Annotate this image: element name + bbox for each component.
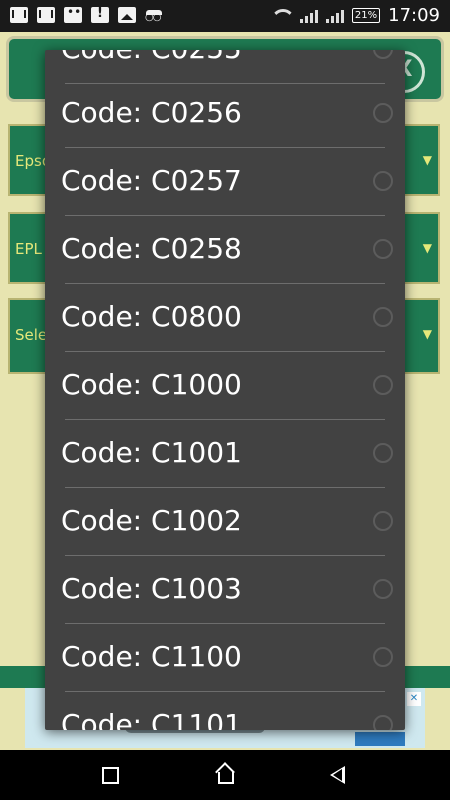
- image-icon: [118, 7, 136, 23]
- alert-icon: [91, 6, 109, 23]
- list-item[interactable]: Code: C0255: [45, 50, 405, 84]
- clock: 17:09: [388, 5, 440, 26]
- list-item[interactable]: Code: C1003: [45, 556, 405, 624]
- signal-icon: [325, 9, 344, 23]
- back-icon[interactable]: [330, 766, 345, 784]
- chat-icon: [64, 5, 82, 23]
- radio-button[interactable]: [373, 375, 393, 395]
- list-item[interactable]: Code: C0256: [45, 80, 405, 148]
- list-item-label: Code: C1000: [61, 368, 242, 401]
- status-bar: 21% 17:09: [0, 0, 450, 32]
- notification-icons: [10, 5, 163, 23]
- list-item-label: Code: C0800: [61, 300, 242, 333]
- radio-button[interactable]: [373, 103, 393, 123]
- chevron-down-icon: ▼: [422, 327, 432, 341]
- list-item[interactable]: Code: C1101: [45, 692, 405, 730]
- navigation-bar: [0, 750, 450, 800]
- list-item-label: Code: C1101: [61, 708, 242, 730]
- radio-button[interactable]: [373, 511, 393, 531]
- radio-button[interactable]: [373, 579, 393, 599]
- list-item-label: Code: C0257: [61, 164, 242, 197]
- radio-button[interactable]: [373, 50, 393, 59]
- list-item[interactable]: Code: C1001: [45, 420, 405, 488]
- list-item-label: Code: C1003: [61, 572, 242, 605]
- chevron-down-icon: ▼: [422, 153, 432, 167]
- list-item[interactable]: Code: C1100: [45, 624, 405, 692]
- list-item-label: Code: C0258: [61, 232, 242, 265]
- list-item[interactable]: Code: C1000: [45, 352, 405, 420]
- list-item-label: Code: C0256: [61, 96, 242, 129]
- list-item[interactable]: Code: C0258: [45, 216, 405, 284]
- list-item-label: Code: C1002: [61, 504, 242, 537]
- code-select-label: Sele: [15, 326, 48, 344]
- list-item[interactable]: Code: C0800: [45, 284, 405, 352]
- radio-button[interactable]: [373, 239, 393, 259]
- ad-cta-button[interactable]: [355, 732, 405, 746]
- radio-button[interactable]: [373, 171, 393, 191]
- code-picker-dialog: Code: C0255 Code: C0256 Code: C0257 Code…: [45, 50, 405, 730]
- recent-apps-icon[interactable]: [102, 767, 119, 784]
- list-item-label: Code: C1100: [61, 640, 242, 673]
- battery-indicator: 21%: [351, 8, 381, 23]
- radio-button[interactable]: [373, 715, 393, 730]
- list-item[interactable]: Code: C1002: [45, 488, 405, 556]
- list-item-label: Code: C0255: [61, 50, 242, 66]
- gmail-icon: [37, 7, 55, 23]
- list-item-label: Code: C1001: [61, 436, 242, 469]
- gmail-icon: [10, 7, 28, 23]
- wifi-icon: [274, 9, 292, 23]
- incognito-icon: [145, 7, 163, 23]
- list-item[interactable]: Code: C0257: [45, 148, 405, 216]
- home-icon[interactable]: [216, 763, 236, 785]
- radio-button[interactable]: [373, 443, 393, 463]
- signal-icon: [299, 9, 318, 23]
- ad-close-icon[interactable]: ✕: [407, 692, 421, 706]
- chevron-down-icon: ▼: [422, 241, 432, 255]
- radio-button[interactable]: [373, 307, 393, 327]
- radio-button[interactable]: [373, 647, 393, 667]
- model-select-label: EPL: [15, 240, 42, 258]
